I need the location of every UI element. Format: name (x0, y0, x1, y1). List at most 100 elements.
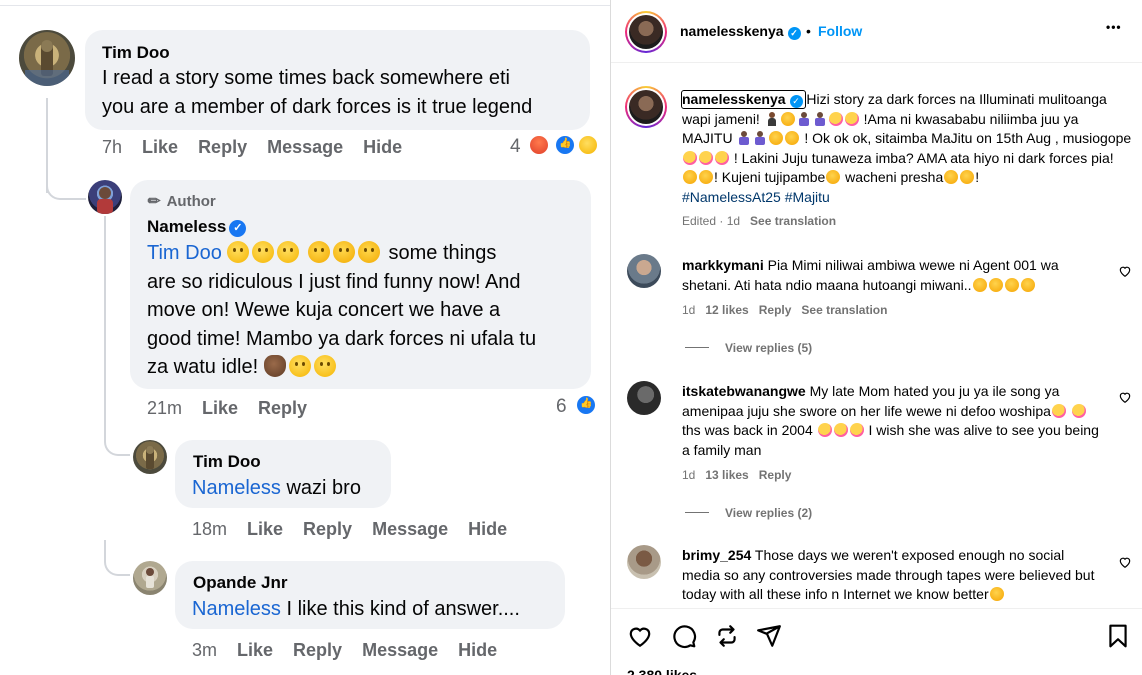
reply-button[interactable]: Reply (198, 137, 247, 157)
reply-button[interactable]: Reply (258, 398, 307, 418)
comment-author[interactable]: Tim Doo (102, 43, 170, 63)
comment-actions: 7h Like Reply Message Hide (102, 137, 422, 158)
caption-text: ! Ok ok ok, sitaimba MaJitu on 15th Aug … (804, 130, 1132, 146)
avatar[interactable] (627, 381, 661, 415)
post-username[interactable]: namelesskenya ✓ (680, 23, 801, 40)
comment-time[interactable]: 18m (192, 519, 227, 539)
message-button[interactable]: Message (267, 137, 343, 157)
comment-text: brimy_254 Those days we weren't exposed … (682, 546, 1102, 605)
bookmark-icon[interactable] (1105, 623, 1131, 649)
post-caption: namelesskenya ✓ Hizi story za dark forces… (682, 90, 1132, 207)
smiling-face-icon (313, 355, 336, 377)
avatar[interactable] (627, 254, 661, 288)
laughing-face-icon (844, 111, 859, 126)
like-button[interactable]: Like (202, 398, 238, 418)
hide-button[interactable]: Hide (458, 640, 497, 660)
comment-username[interactable]: markkymani (682, 257, 764, 273)
comment-text: Tim Doo some things are so ridiculous I … (147, 239, 587, 382)
avatar[interactable] (19, 30, 75, 86)
like-reaction-icon[interactable] (575, 394, 597, 416)
follow-button[interactable]: Follow (818, 23, 862, 39)
message-button[interactable]: Message (372, 519, 448, 539)
verified-icon: ✓ (787, 27, 801, 40)
author-badge: ✎Author (144, 191, 216, 212)
comment-icon[interactable] (671, 623, 697, 649)
smiling-face-icon (960, 170, 975, 184)
more-options-icon[interactable]: ••• (1106, 20, 1122, 34)
avatar[interactable] (629, 90, 663, 124)
reaction-count[interactable]: 6 (556, 396, 567, 418)
repost-icon[interactable] (714, 623, 740, 649)
laughing-face-icon (833, 423, 848, 437)
grinning-face-icon (972, 277, 987, 292)
view-replies-button[interactable]: View replies (2) (685, 506, 812, 520)
comment-time[interactable]: 21m (147, 398, 182, 418)
like-button[interactable]: Like (247, 519, 283, 539)
like-reaction-icon[interactable] (554, 134, 576, 156)
comment-username[interactable]: brimy_254 (682, 547, 751, 563)
comment-likes[interactable]: 13 likes (705, 468, 748, 482)
reply-button[interactable]: Reply (759, 303, 792, 317)
avatar[interactable] (133, 440, 167, 474)
message-button[interactable]: Message (362, 640, 438, 660)
heart-icon[interactable] (627, 623, 653, 649)
comment-text-line: good time! Mambo ya dark forces ni ufala… (147, 327, 537, 350)
see-translation-link[interactable]: See translation (801, 303, 887, 317)
laughing-face-icon (683, 150, 697, 165)
hide-button[interactable]: Hide (468, 519, 507, 539)
laughing-face-icon (1051, 403, 1066, 418)
laughing-face-icon (715, 150, 729, 165)
avatar[interactable] (627, 545, 661, 579)
hide-button[interactable]: Hide (363, 137, 402, 157)
comment-likes[interactable]: 12 likes (705, 303, 748, 317)
comment-username[interactable]: itskatebwanangwe (682, 383, 806, 399)
mention-link[interactable]: Nameless (192, 598, 281, 620)
hashtag-link[interactable]: #NamelessAt25 #Majitu (682, 189, 830, 205)
see-translation-link[interactable]: See translation (750, 214, 836, 228)
heart-icon[interactable] (1118, 555, 1132, 569)
reaction-count[interactable]: 4 (510, 136, 521, 158)
comment-author[interactable]: Opande Jnr (193, 573, 287, 593)
smiling-face-icon (252, 241, 275, 263)
haha-reaction-icon[interactable] (577, 134, 599, 156)
avatar[interactable] (629, 15, 663, 49)
comment-text: Nameless wazi bro (192, 474, 392, 503)
comment-text-line: are so ridiculous I just find funny now!… (147, 270, 521, 293)
mention-link[interactable]: Tim Doo (147, 242, 222, 264)
reply-button[interactable]: Reply (759, 468, 792, 482)
heart-icon[interactable] (1118, 390, 1132, 404)
edited-time[interactable]: Edited · 1d (682, 214, 740, 228)
comment-time[interactable]: 1d (682, 468, 695, 482)
smiling-face-icon (277, 241, 300, 263)
reply-button[interactable]: Reply (293, 640, 342, 660)
likes-count[interactable]: 2,380 likes (627, 667, 697, 675)
view-replies-button[interactable]: View replies (5) (685, 341, 812, 355)
comment-author[interactable]: Tim Doo (193, 452, 261, 472)
comment-time[interactable]: 7h (102, 137, 122, 157)
comment-text-line: I like this kind of answer.... (280, 598, 520, 620)
divider (685, 512, 709, 513)
heart-icon[interactable] (1118, 264, 1132, 278)
angry-reaction-icon[interactable] (528, 134, 550, 156)
smiling-face-icon (769, 131, 784, 145)
avatar[interactable] (88, 180, 122, 214)
comment-actions: 18m Like Reply Message Hide (192, 519, 527, 540)
dancing-icon (797, 111, 811, 126)
comment-actions: 21m Like Reply (147, 398, 327, 419)
facebook-comment-thread: Tim Doo I read a story some times back s… (0, 0, 610, 675)
avatar[interactable] (133, 561, 167, 595)
share-icon[interactable] (756, 623, 782, 649)
comment-time[interactable]: 3m (192, 640, 217, 660)
comment-time[interactable]: 1d (682, 303, 695, 317)
separator-dot: • (806, 23, 811, 39)
reply-button[interactable]: Reply (303, 519, 352, 539)
caption-text: ! Kujeni tujipambe (714, 169, 826, 185)
caption-username[interactable]: namelesskenya (682, 91, 786, 107)
comment-author[interactable]: Nameless ✓ (147, 217, 247, 237)
grinning-face-icon (989, 587, 1004, 601)
caption-text: ! Lakini Juju tunaweza imba? AMA ata hiy… (733, 149, 1114, 166)
like-button[interactable]: Like (237, 640, 273, 660)
mention-link[interactable]: Nameless (192, 477, 281, 499)
laughing-face-icon (332, 241, 355, 263)
like-button[interactable]: Like (142, 137, 178, 157)
